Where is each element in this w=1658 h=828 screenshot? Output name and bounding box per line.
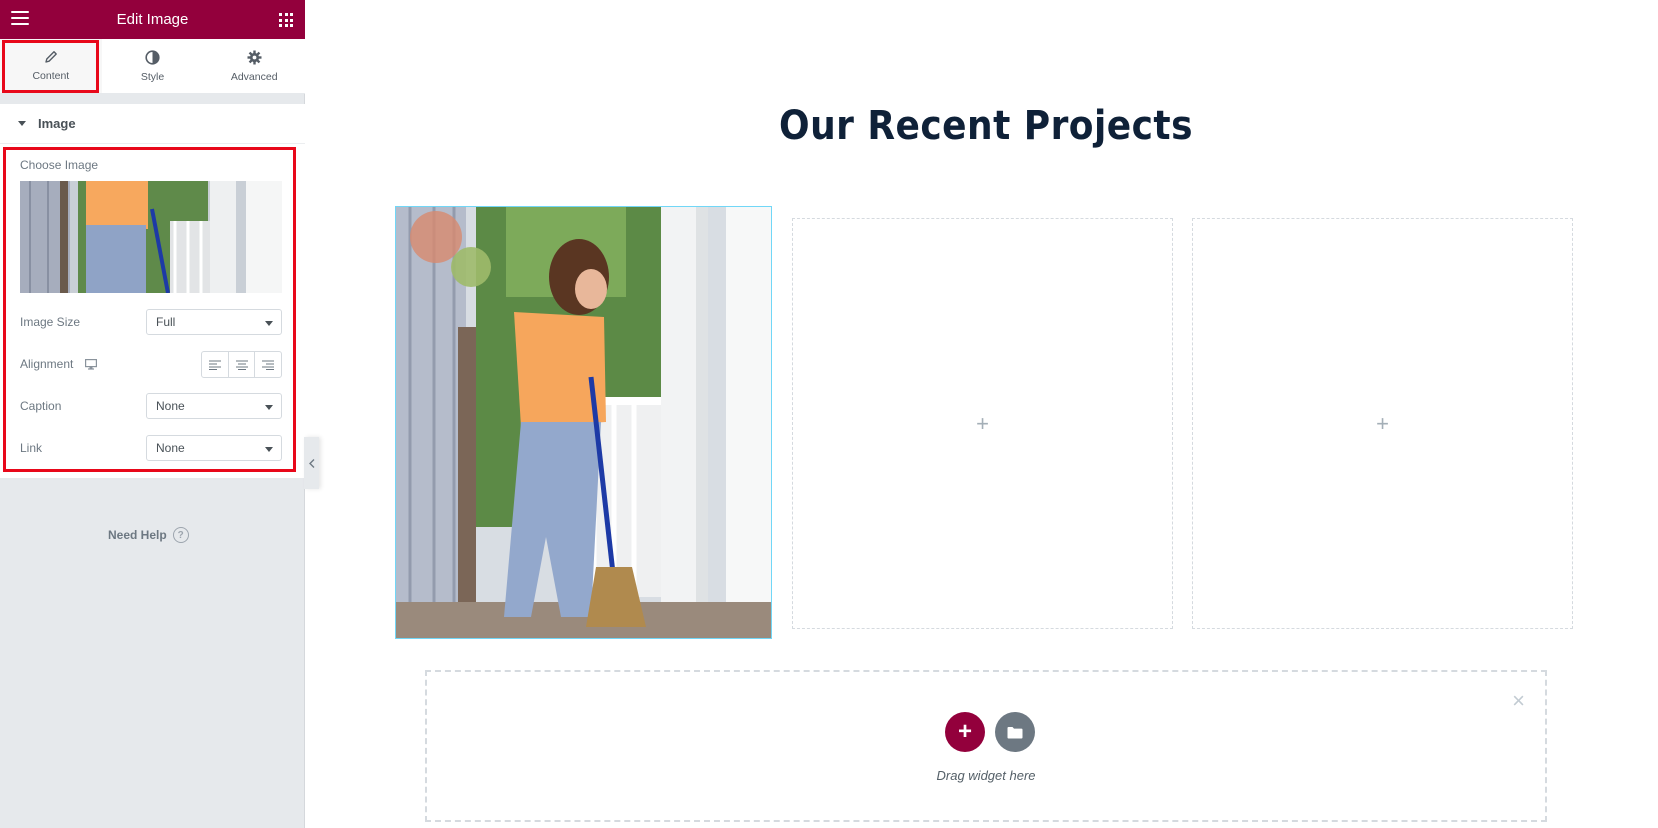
folder-icon [1007, 726, 1023, 738]
hamburger-menu-icon[interactable] [11, 11, 29, 27]
half-circle-icon [145, 49, 160, 65]
selected-image-widget[interactable] [395, 206, 772, 639]
alignment-buttons [201, 351, 282, 378]
align-center-icon [235, 360, 248, 370]
alignment-label: Alignment [20, 357, 74, 371]
panel-header: Edit Image [0, 0, 305, 39]
dropdown-arrow-icon [265, 447, 273, 452]
add-widget-plus-icon: + [1376, 410, 1389, 436]
chevron-left-icon [308, 458, 314, 468]
link-value: None [156, 441, 185, 455]
image-preview-thumbnail[interactable] [20, 181, 282, 293]
desktop-responsive-icon[interactable] [85, 358, 98, 370]
plus-icon: + [957, 718, 972, 745]
add-section-button[interactable]: + [945, 712, 985, 752]
align-left-button[interactable] [202, 352, 229, 377]
collapse-panel-button[interactable] [304, 437, 319, 489]
choose-image-label: Choose Image [20, 158, 99, 172]
alignment-row: Alignment [20, 357, 98, 371]
page-heading: Our Recent Projects [779, 103, 1193, 149]
help-question-icon: ? [172, 527, 189, 543]
section-toggle[interactable]: Image [0, 104, 305, 144]
gear-icon [247, 50, 262, 64]
panel-tabs: Content Style Advanced [0, 39, 305, 94]
image-size-label: Image Size [20, 315, 81, 329]
panel-title: Edit Image [116, 11, 189, 28]
caption-label: Caption [20, 399, 62, 413]
add-section-dropzone[interactable]: + Drag widget here × [425, 670, 1547, 822]
align-right-button[interactable] [255, 352, 281, 377]
caption-value: None [156, 399, 185, 413]
widgets-grid-icon[interactable] [279, 13, 293, 27]
drag-widget-hint: Drag widget here [936, 768, 1036, 783]
link-select[interactable]: None [146, 435, 282, 461]
image-size-value: Full [156, 315, 176, 329]
link-label: Link [20, 441, 43, 455]
caption-select[interactable]: None [146, 393, 282, 419]
caret-down-icon [18, 121, 26, 126]
empty-column-placeholder[interactable]: + [792, 218, 1173, 629]
pencil-icon [45, 51, 57, 63]
need-help-link[interactable]: Need Help ? [108, 527, 189, 543]
tab-advanced-label: Advanced [230, 70, 278, 83]
close-icon[interactable]: × [1512, 690, 1525, 712]
need-help-label: Need Help [108, 528, 167, 542]
empty-column-placeholder[interactable]: + [1192, 218, 1573, 629]
section-title: Image [38, 116, 76, 131]
tab-advanced[interactable]: Advanced [203, 39, 305, 93]
add-widget-plus-icon: + [976, 410, 989, 436]
align-left-icon [208, 360, 221, 370]
image-size-select[interactable]: Full [146, 309, 282, 335]
tab-content-label: Content [32, 70, 70, 82]
dropdown-arrow-icon [265, 321, 273, 326]
tab-style-label: Style [140, 70, 165, 83]
dropdown-arrow-icon [265, 405, 273, 410]
align-right-icon [262, 360, 275, 370]
tab-content[interactable]: Content [0, 39, 102, 93]
template-library-button[interactable] [995, 712, 1035, 752]
editor-panel: Edit Image Content Style Advanced Image … [0, 0, 305, 828]
align-center-button[interactable] [229, 352, 256, 377]
tab-style[interactable]: Style [102, 39, 204, 93]
